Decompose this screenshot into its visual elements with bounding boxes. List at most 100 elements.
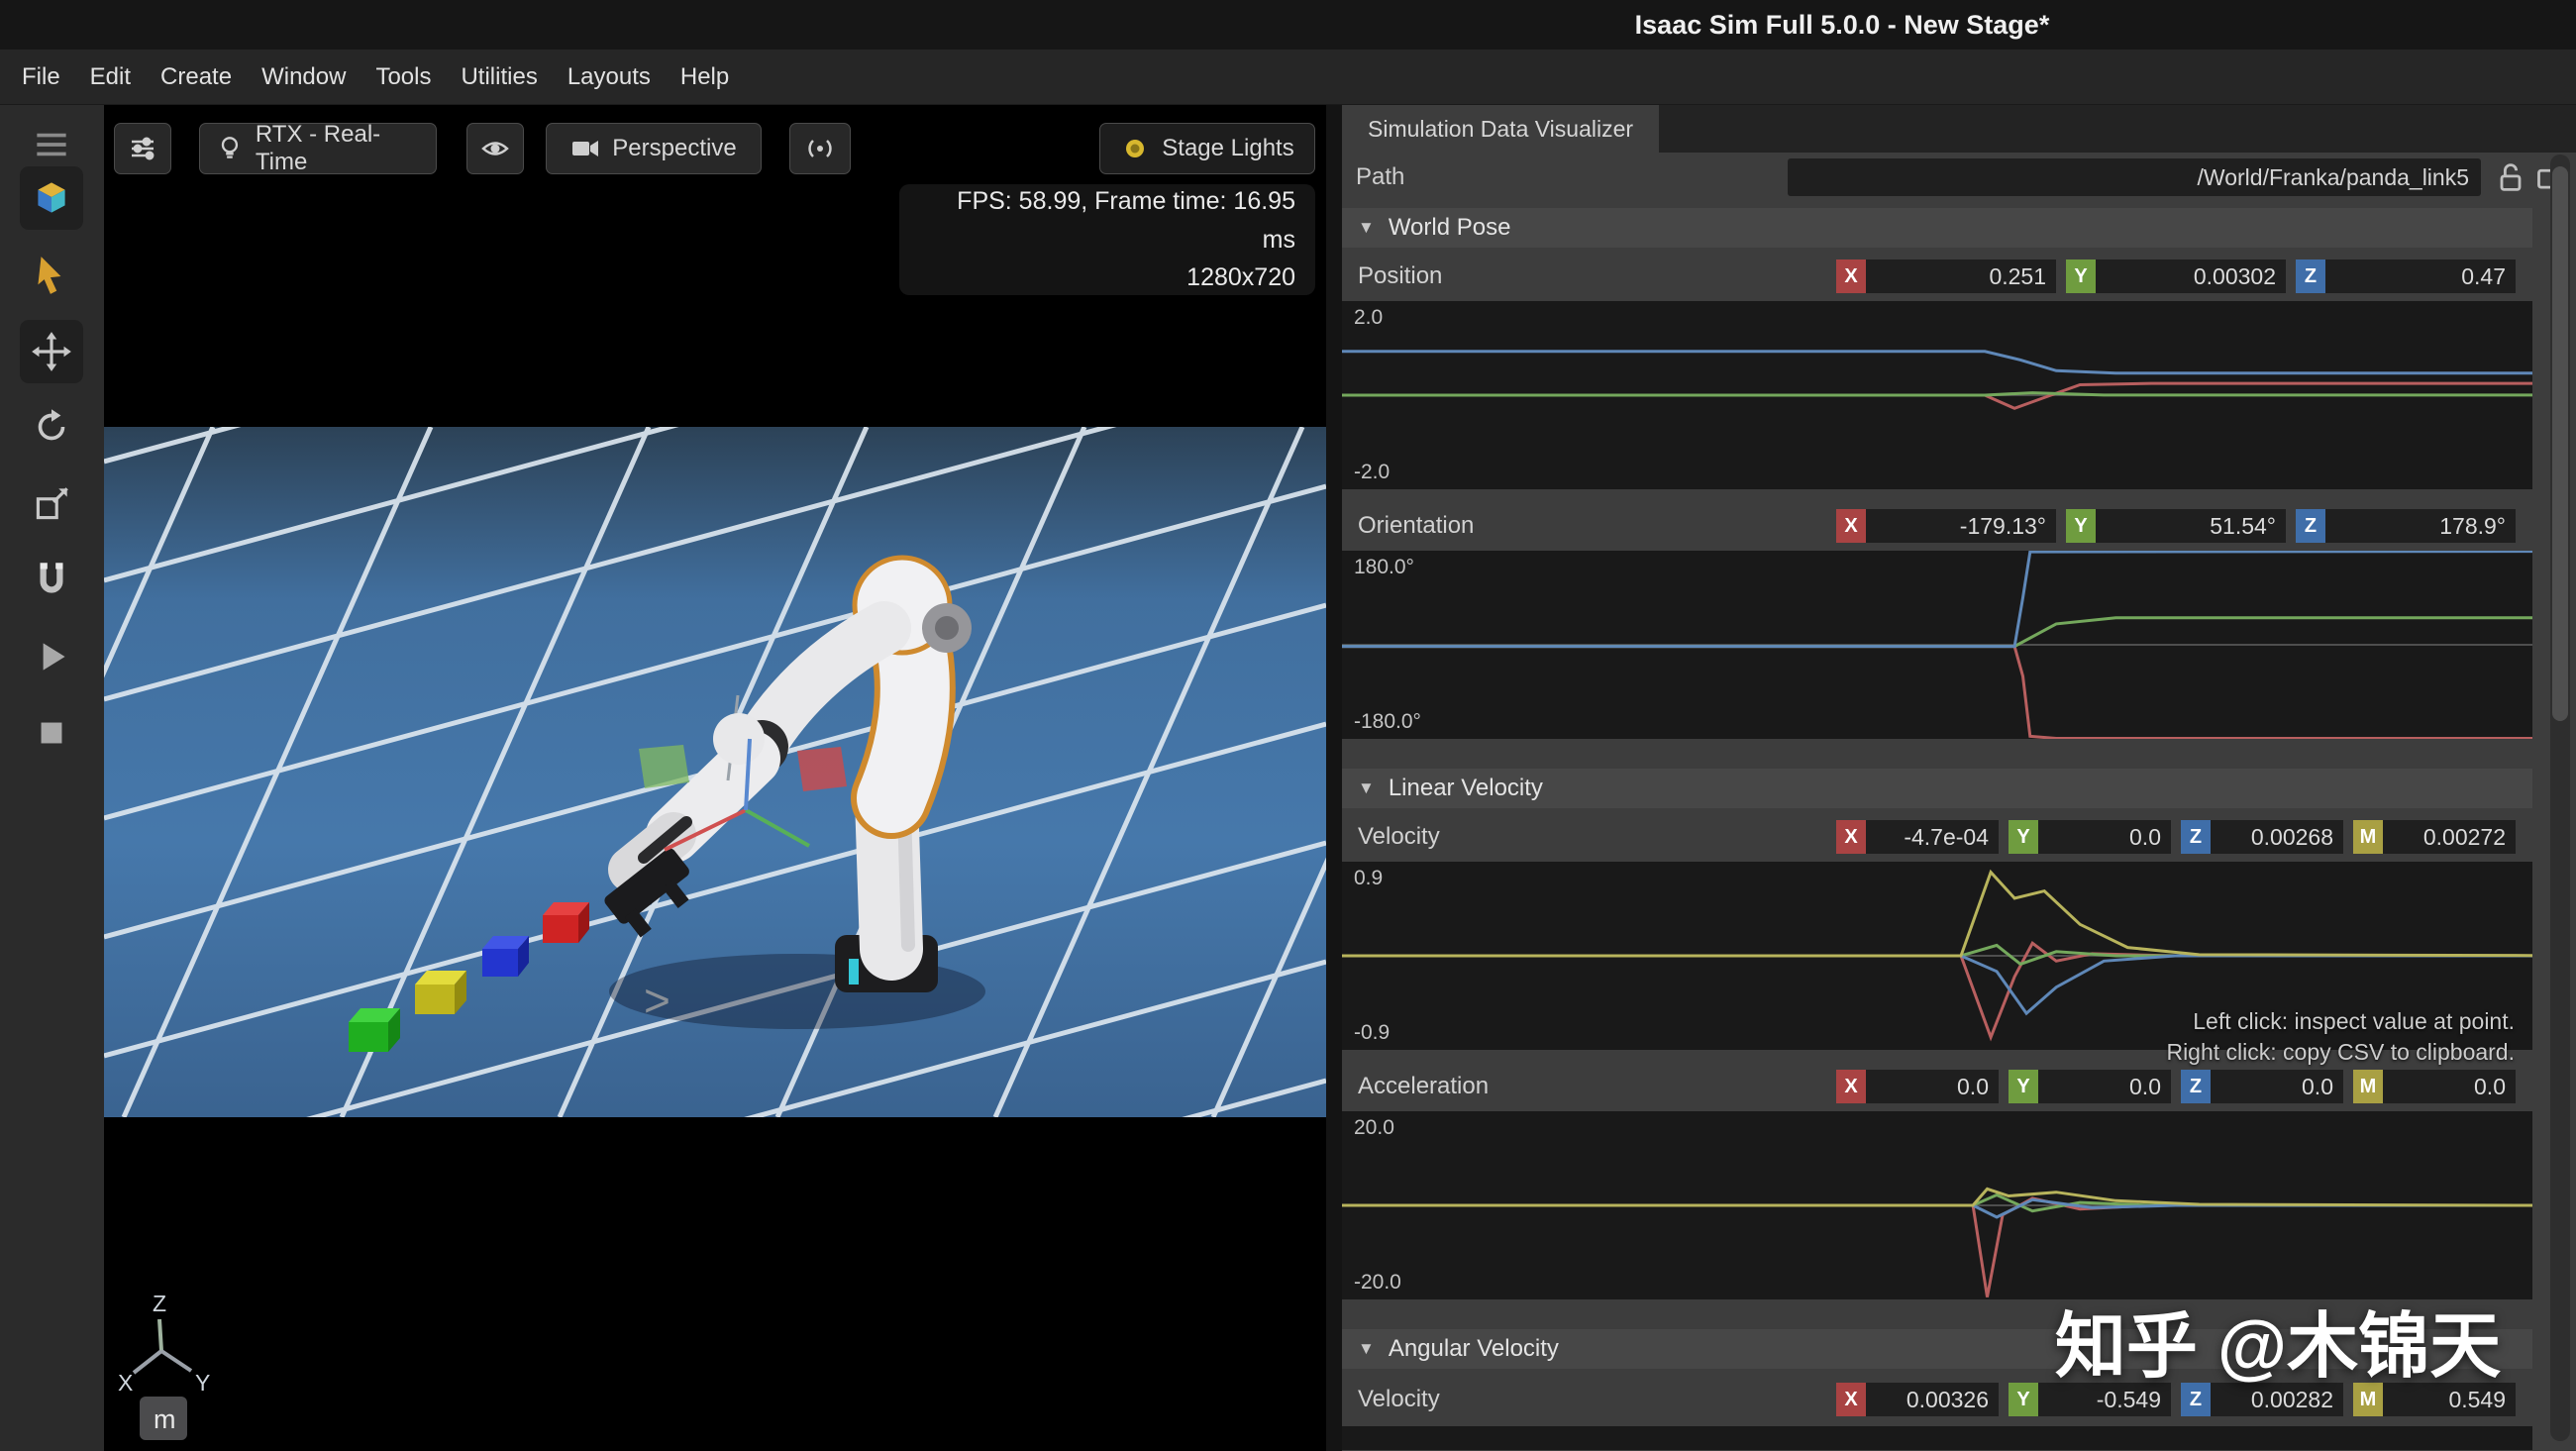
angular-velocity-chart[interactable] — [1342, 1426, 2532, 1450]
path-input[interactable]: /World/Franka/panda_link5 — [1788, 158, 2481, 196]
viewport-settings-button[interactable] — [114, 123, 171, 174]
snap-magnet-icon[interactable] — [20, 548, 83, 611]
scrollbar-thumb[interactable] — [2552, 166, 2568, 721]
nav-chevron[interactable]: > — [644, 975, 670, 1026]
x-badge: X — [1836, 509, 1866, 543]
axis-y-label: Y — [195, 1370, 210, 1396]
visibility-button[interactable] — [466, 123, 524, 174]
chart-ymin-label: -180.0° — [1354, 710, 1421, 734]
velocity-label: Velocity — [1358, 823, 1826, 851]
collapse-triangle-icon[interactable]: ▼ — [1358, 1339, 1375, 1359]
path-row: Path /World/Franka/panda_link5 — [1342, 153, 2576, 202]
z-badge: Z — [2181, 820, 2211, 854]
select-mode-cube-icon[interactable] — [20, 166, 83, 230]
renderer-label: RTX - Real-Time — [256, 121, 420, 176]
section-world-pose[interactable]: ▼ World Pose — [1342, 208, 2532, 248]
orientation-row: Orientation X-179.13° Y51.54° Z178.9° — [1342, 505, 2576, 547]
menu-help[interactable]: Help — [680, 63, 729, 91]
acceleration-z-value[interactable]: 0.0 — [2211, 1070, 2343, 1103]
eye-icon — [480, 134, 510, 163]
acceleration-y-value[interactable]: 0.0 — [2038, 1070, 2171, 1103]
position-chart[interactable]: 2.0 -2.0 — [1342, 301, 2532, 489]
y-badge: Y — [2009, 820, 2038, 854]
menu-utilities[interactable]: Utilities — [461, 63, 537, 91]
unit-label: m — [154, 1404, 176, 1434]
menu-layouts[interactable]: Layouts — [567, 63, 651, 91]
acceleration-chart[interactable]: 20.0 -20.0 — [1342, 1111, 2532, 1299]
play-button[interactable] — [20, 625, 83, 688]
linear-velocity-chart[interactable]: 0.9 -0.9 Left click: inspect value at po… — [1342, 862, 2532, 1050]
velocity-x-value[interactable]: -4.7e-04 — [1866, 820, 1999, 854]
x-badge: X — [1836, 1070, 1866, 1103]
scale-tool-icon[interactable] — [20, 472, 83, 536]
stop-button[interactable] — [20, 701, 83, 765]
chart-ymax-label: 2.0 — [1354, 306, 1383, 330]
acceleration-row: Acceleration X0.0 Y0.0 Z0.0 M0.0 — [1342, 1066, 2576, 1107]
panel-splitter[interactable] — [1326, 105, 1342, 1451]
menu-file[interactable]: File — [22, 63, 60, 91]
chart-ymax-label: 20.0 — [1354, 1116, 1394, 1140]
z-badge: Z — [2296, 509, 2325, 543]
select-cursor-icon[interactable] — [20, 244, 83, 307]
menu-edit[interactable]: Edit — [90, 63, 131, 91]
chart-tooltip: Left click: inspect value at point. Righ… — [2166, 1006, 2515, 1068]
section-title: Angular Velocity — [1389, 1335, 1559, 1363]
collapse-triangle-icon[interactable]: ▼ — [1358, 218, 1375, 238]
m-badge: M — [2353, 1070, 2383, 1103]
acceleration-label: Acceleration — [1358, 1073, 1826, 1100]
axis-x-label: X — [118, 1370, 133, 1396]
z-badge: Z — [2181, 1070, 2211, 1103]
menu-bar: File Edit Create Window Tools Utilities … — [0, 50, 2576, 105]
path-label: Path — [1356, 163, 1404, 191]
velocity-y-value[interactable]: 0.0 — [2038, 820, 2171, 854]
orientation-x-value[interactable]: -179.13° — [1866, 509, 2056, 543]
velocity-m-value[interactable]: 0.00272 — [2383, 820, 2516, 854]
lock-icon[interactable] — [2493, 159, 2528, 195]
resolution-line: 1280x720 — [919, 259, 1295, 297]
left-toolbar — [0, 105, 104, 1451]
broadcast-button[interactable] — [789, 123, 851, 174]
chart-ymax-label: 0.9 — [1354, 867, 1383, 890]
linear-velocity-row: Velocity X-4.7e-04 Y0.0 Z0.00268 M0.0027… — [1342, 816, 2576, 858]
fps-overlay: FPS: 58.99, Frame time: 16.95 ms 1280x72… — [899, 184, 1315, 295]
camera-label: Perspective — [612, 135, 736, 162]
position-x-value[interactable]: 0.251 — [1866, 259, 2056, 293]
acceleration-m-value[interactable]: 0.0 — [2383, 1070, 2516, 1103]
menu-window[interactable]: Window — [261, 63, 346, 91]
tab-simulation-data-visualizer[interactable]: Simulation Data Visualizer — [1342, 105, 1659, 153]
y-badge: Y — [2066, 509, 2096, 543]
camera-button[interactable]: Perspective — [546, 123, 762, 174]
stage-lights-button[interactable]: Stage Lights — [1099, 123, 1315, 174]
watermark: 知乎 @木锦天 — [2020, 1288, 2535, 1392]
section-linear-velocity[interactable]: ▼ Linear Velocity — [1342, 769, 2532, 808]
acceleration-x-value[interactable]: 0.0 — [1866, 1070, 1999, 1103]
chart-ymin-label: -20.0 — [1354, 1271, 1401, 1295]
window-titlebar: Isaac Sim Full 5.0.0 - New Stage* — [0, 0, 2576, 50]
move-tool-icon[interactable] — [20, 320, 83, 383]
orientation-y-value[interactable]: 51.54° — [2096, 509, 2286, 543]
viewport-3d[interactable]: > Z X Y m RTX - Real-Time Perspective — [104, 105, 1326, 1451]
rotate-tool-icon[interactable] — [20, 395, 83, 459]
panel-tabbar: Simulation Data Visualizer — [1342, 105, 2576, 153]
renderer-button[interactable]: RTX - Real-Time — [199, 123, 437, 174]
axis-z-label: Z — [153, 1291, 166, 1316]
orientation-label: Orientation — [1358, 512, 1826, 540]
position-label: Position — [1358, 262, 1826, 290]
angular-velocity-x-value[interactable]: 0.00326 — [1866, 1383, 1999, 1416]
menu-create[interactable]: Create — [160, 63, 232, 91]
orientation-chart[interactable]: 180.0° -180.0° — [1342, 551, 2532, 739]
chart-ymin-label: -0.9 — [1354, 1021, 1390, 1045]
position-z-value[interactable]: 0.47 — [2325, 259, 2516, 293]
menu-tools[interactable]: Tools — [375, 63, 431, 91]
panel-scrollbar[interactable] — [2550, 155, 2570, 1441]
y-badge: Y — [2009, 1070, 2038, 1103]
position-y-value[interactable]: 0.00302 — [2096, 259, 2286, 293]
stage-light-icon — [1120, 134, 1150, 163]
collapse-triangle-icon[interactable]: ▼ — [1358, 778, 1375, 798]
lightbulb-icon — [216, 134, 244, 163]
y-badge: Y — [2066, 259, 2096, 293]
angular-velocity-label: Velocity — [1358, 1386, 1826, 1413]
orientation-z-value[interactable]: 178.9° — [2325, 509, 2516, 543]
broadcast-icon — [805, 134, 835, 163]
velocity-z-value[interactable]: 0.00268 — [2211, 820, 2343, 854]
